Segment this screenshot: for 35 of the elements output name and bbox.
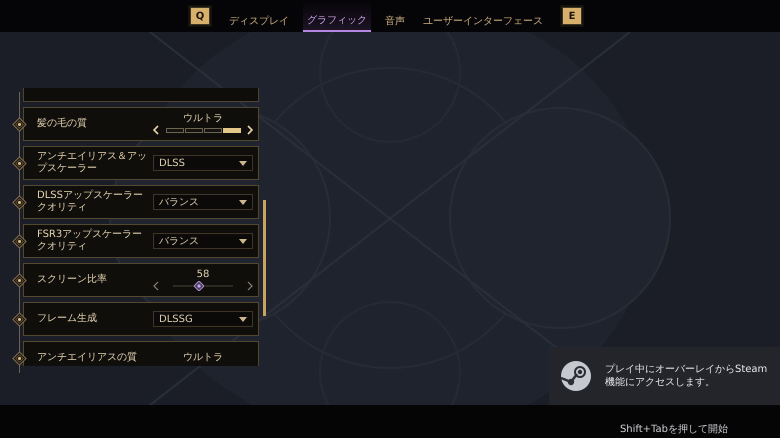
settings-tab[interactable]: 音声 — [381, 0, 409, 32]
setting-label: スクリーン比率 — [37, 274, 108, 286]
dropdown[interactable]: バランス — [153, 233, 253, 249]
dropdown[interactable]: DLSS — [153, 155, 253, 171]
scrollbar[interactable] — [263, 200, 266, 316]
setting-value: ウルトラ — [183, 113, 223, 125]
setting-row[interactable]: フレーム生成 DLSSG — [23, 302, 259, 336]
settings-tab[interactable]: ディスプレイ — [225, 0, 293, 32]
setting-label: アンチエイリアスの質 — [37, 352, 138, 364]
caret-icon — [239, 316, 247, 322]
setting-label: DLSSアップスケーラークオリティ — [37, 190, 144, 214]
setting-label: アンチエイリアス＆アップスケーラー — [37, 151, 148, 175]
setting-row[interactable]: FSR3アップスケーラークオリティ バランス — [23, 224, 259, 258]
setting-row[interactable]: スクリーン比率 58 — [23, 263, 259, 297]
setting-value: ウルトラ — [183, 352, 223, 364]
dropdown[interactable]: DLSSG — [153, 311, 253, 327]
steam-logo-icon — [561, 361, 591, 391]
setting-label: FSR3アップスケーラークオリティ — [37, 229, 144, 253]
setting-label: フレーム生成 — [37, 313, 98, 325]
settings-tab[interactable]: グラフィック — [303, 0, 371, 32]
notification-message: プレイ中にオーバーレイからSteam機能にアクセスします。 — [605, 363, 768, 389]
slider-value: 58 — [196, 269, 210, 281]
e-key-button[interactable]: E — [562, 7, 582, 25]
setting-label: 髪の毛の質 — [37, 118, 88, 130]
dropdown[interactable]: バランス — [153, 194, 253, 210]
caret-icon — [239, 200, 247, 204]
setting-row[interactable]: アンチエイリアスの質 ウルトラ — [23, 341, 259, 366]
shortcut-hint: Shift+Tabを押して開始 — [620, 423, 728, 436]
setting-row[interactable]: アンチエイリアス＆アップスケーラー DLSS — [23, 146, 259, 180]
caret-icon — [239, 238, 247, 244]
caret-icon — [239, 160, 247, 166]
q-key-button[interactable]: Q — [190, 7, 210, 25]
settings-tab[interactable]: ユーザーインターフェース — [419, 0, 547, 32]
slider-thumb[interactable] — [194, 281, 204, 291]
setting-row[interactable]: DLSSアップスケーラークオリティ バランス — [23, 185, 259, 219]
